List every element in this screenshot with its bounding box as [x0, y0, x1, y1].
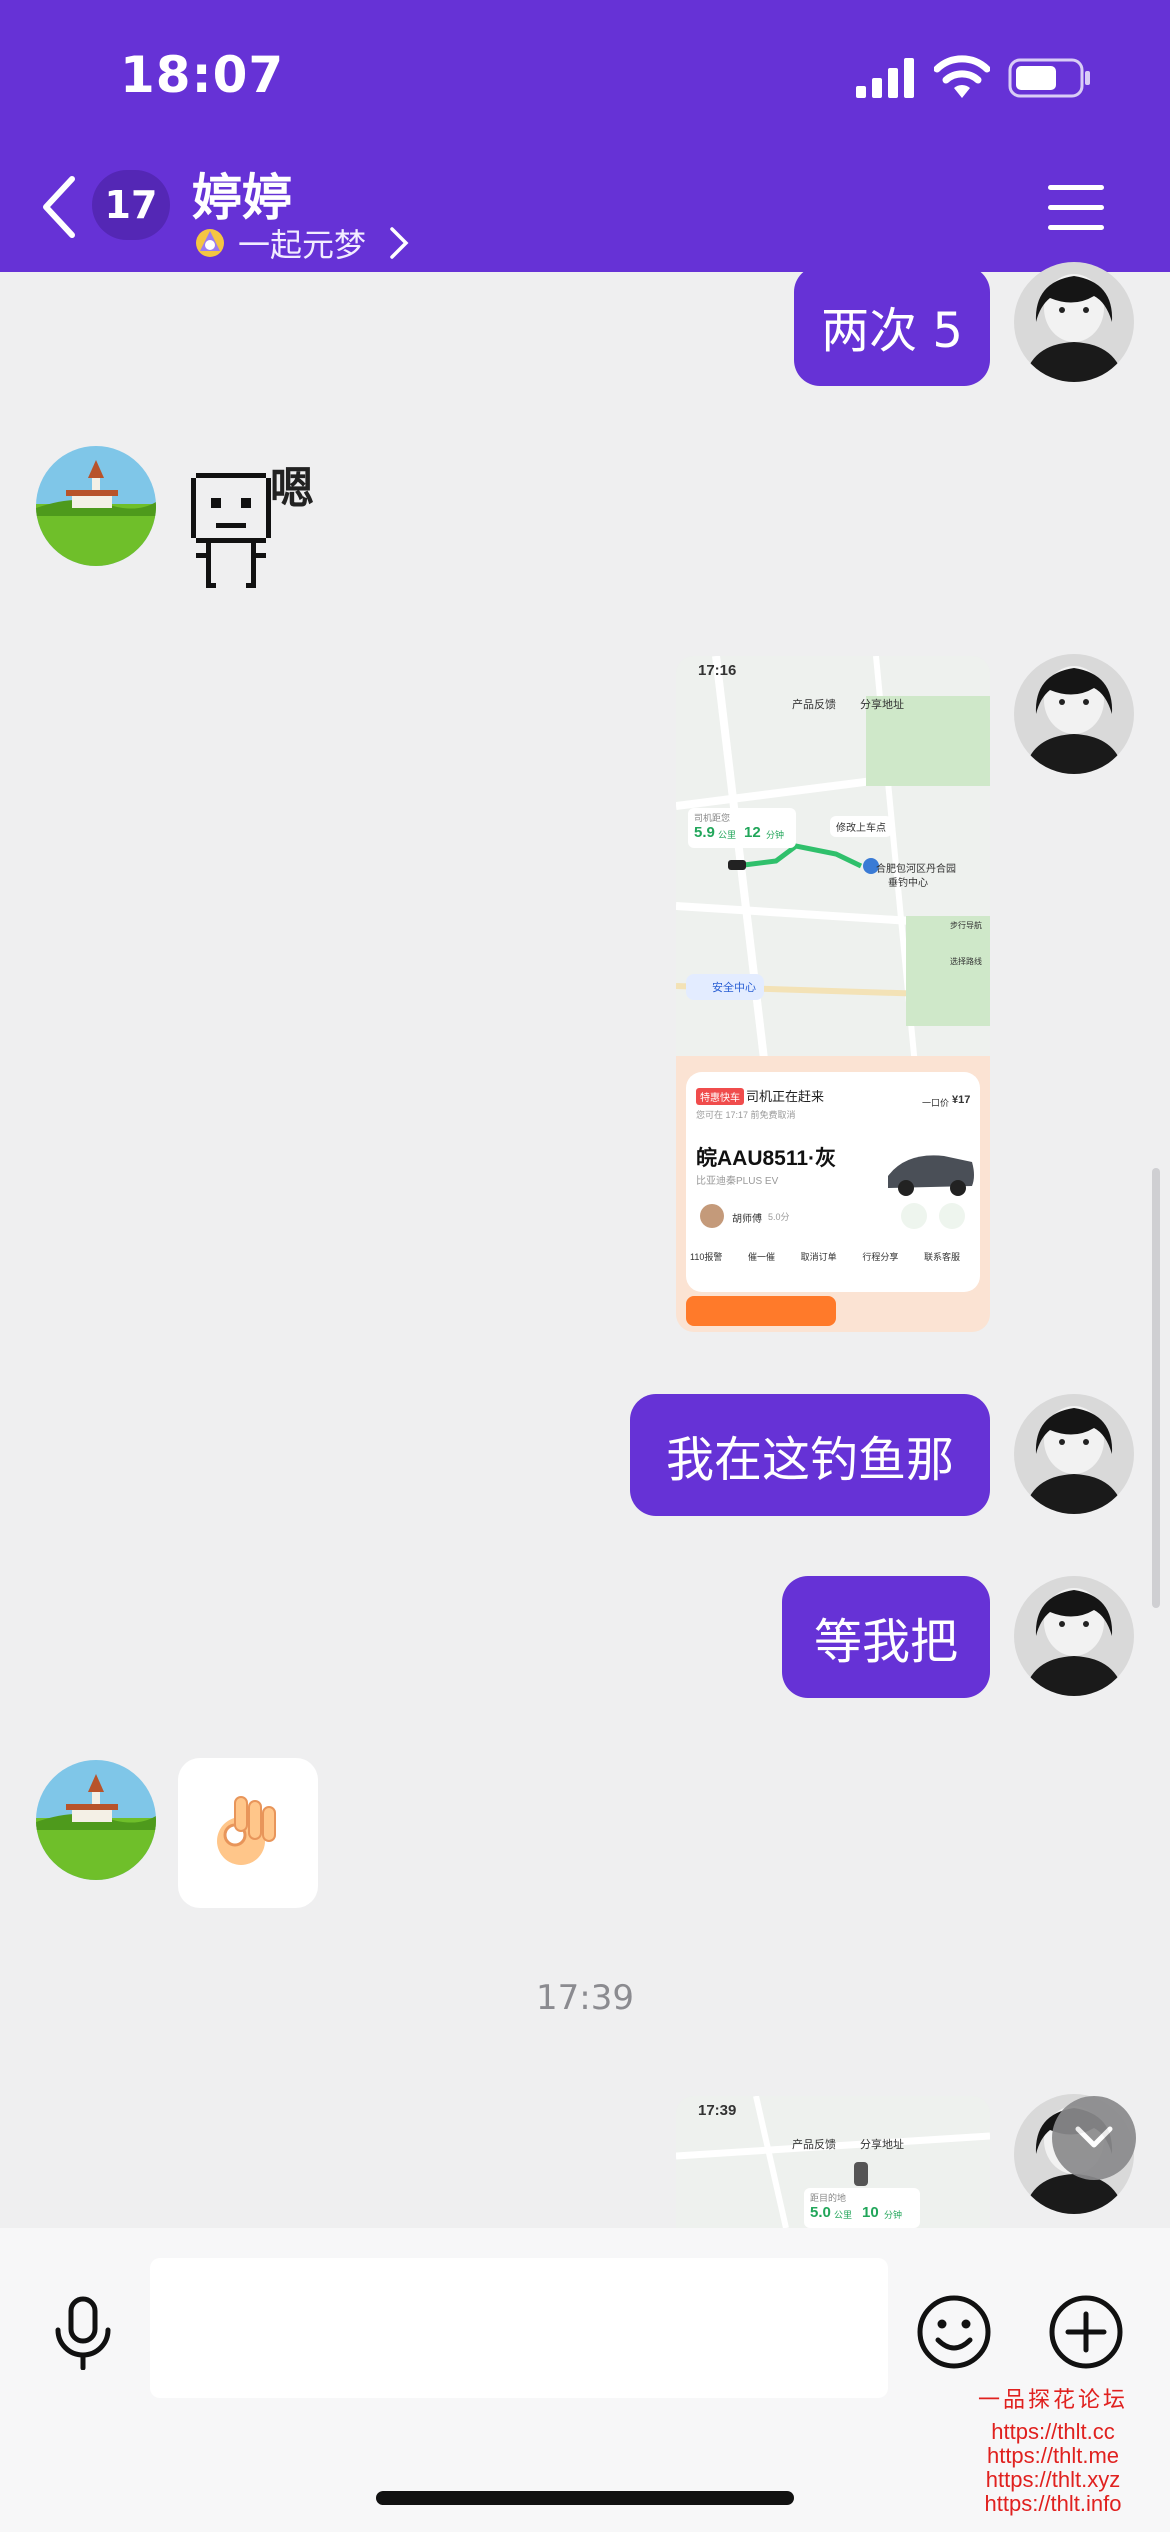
shot-action: 联系客服 — [923, 1252, 960, 1262]
cellular-signal-icon — [856, 58, 914, 98]
add-icon[interactable] — [1048, 2294, 1124, 2370]
chat-header: 18:07 17 婷婷 一起元梦 — [0, 0, 1170, 272]
message-bubble-outgoing[interactable]: 两次 5 — [794, 266, 990, 386]
shot-minutes: 10 — [862, 2204, 879, 2221]
shot-driver-name: 胡师傅 — [732, 1214, 762, 1225]
shot-eta-card: 距目的地 5.0 公里 10 分钟 — [804, 2188, 920, 2228]
my-avatar[interactable] — [1014, 1576, 1134, 1696]
message-input[interactable] — [150, 2258, 888, 2398]
status-label: 一起元梦 — [238, 226, 367, 264]
shot-safety-center: 安全中心 — [686, 974, 764, 1000]
watermark: 一品探花论坛 https://thlt.cc https://thlt.me h… — [948, 2382, 1158, 2516]
shot-change-pickup: 修改上车点 — [830, 816, 892, 837]
chevron-right-icon — [390, 227, 409, 259]
shot-minutes-unit: 分钟 — [884, 2210, 903, 2220]
my-avatar[interactable] — [1014, 262, 1134, 382]
my-avatar[interactable] — [1014, 654, 1134, 774]
shot-fixed-price: ¥17 — [952, 1094, 971, 1106]
contact-avatar[interactable] — [36, 446, 156, 566]
battery-icon — [1008, 58, 1090, 98]
shot-minutes: 12 — [744, 824, 761, 841]
ride-screenshot-image[interactable]: 17:16 产品反馈 分享地址 司机距您 5.9 公里 12 分钟 修改上车点 … — [676, 656, 990, 1332]
microphone-icon[interactable] — [52, 2296, 114, 2370]
message-bubble-incoming[interactable]: 👌 — [178, 1758, 318, 1908]
game-status-icon — [196, 229, 224, 257]
shot-eta-card: 司机距您 5.9 公里 12 分钟 — [688, 808, 796, 848]
my-avatar[interactable] — [1014, 1394, 1134, 1514]
ok-hand-icon — [217, 1796, 276, 1865]
shot-share-location: 分享地址 — [860, 2139, 904, 2151]
shot-wait-note: 您可在 17:17 前免费取消 — [696, 1110, 796, 1120]
shot-action-row: 110报警 催一催 取消订单 行程分享 联系客服 — [690, 1250, 960, 1263]
watermark-url: https://thlt.cc — [991, 2419, 1115, 2444]
status-time: 18:07 — [120, 46, 285, 104]
shot-action: 110报警 — [690, 1252, 723, 1262]
pixel-sticker[interactable]: 嗯 — [176, 452, 326, 602]
shot-share-location: 分享地址 — [860, 699, 904, 711]
contact-avatar[interactable] — [36, 1760, 156, 1880]
home-indicator[interactable] — [376, 2491, 794, 2505]
menu-icon[interactable] — [1048, 182, 1104, 232]
chevron-down-icon — [1075, 2126, 1113, 2148]
shot-fixed-price-label: 一口价 — [922, 1098, 950, 1108]
watermark-title: 一品探花论坛 — [977, 2388, 1128, 2413]
shot-driver-rating: 5.0分 — [768, 1212, 790, 1222]
status-row[interactable]: 一起元梦 — [192, 218, 410, 268]
shot-action: 取消订单 — [800, 1252, 837, 1262]
shot-driver-status: 司机正在赶来 — [746, 1089, 825, 1104]
message-bubble-outgoing[interactable]: 等我把 — [782, 1576, 990, 1698]
shot-walk-nav: 步行导航 — [950, 921, 982, 930]
shot-action: 行程分享 — [862, 1252, 899, 1262]
scroll-to-bottom-button[interactable] — [1052, 2096, 1136, 2180]
sticker-caption: 嗯 — [270, 463, 314, 514]
watermark-url: https://thlt.xyz — [985, 2467, 1121, 2492]
shot-plate: 皖AAU8511·灰 — [696, 1147, 837, 1170]
message-text: 我在这钓鱼那 — [665, 1432, 954, 1488]
watermark-url: https://thlt.me — [986, 2443, 1120, 2468]
emoji-icon[interactable] — [916, 2294, 992, 2370]
shot-feedback: 产品反馈 — [792, 699, 836, 711]
shot-feedback: 产品反馈 — [792, 2139, 836, 2151]
back-chevron-icon[interactable] — [40, 175, 80, 239]
shot-pickup-sub: 垂钓中心 — [888, 878, 928, 889]
message-bubble-outgoing[interactable]: 我在这钓鱼那 — [630, 1394, 990, 1516]
shot-minutes-unit: 分钟 — [766, 830, 785, 840]
shot-status-time: 17:39 — [698, 2102, 737, 2119]
shot-status-time: 17:16 — [698, 662, 737, 679]
shot-distance: 5.0 — [810, 2204, 831, 2221]
shot-distance-unit: 公里 — [718, 830, 737, 840]
shot-distance-label: 距目的地 — [810, 2193, 847, 2203]
scrollbar[interactable] — [1152, 1168, 1160, 1608]
time-divider: 17:39 — [536, 1978, 634, 2018]
message-text: 等我把 — [813, 1614, 958, 1670]
message-text: 两次 5 — [821, 303, 963, 359]
ride-screenshot-image[interactable]: 17:39 产品反馈 分享地址 距目的地 5.0 公里 10 分钟 — [676, 2096, 990, 2228]
shot-distance-unit: 公里 — [834, 2210, 853, 2220]
shot-pickup-name: 合肥包河区丹合园 — [876, 864, 956, 875]
shot-distance: 5.9 — [694, 824, 715, 841]
unread-count-badge[interactable]: 17 — [92, 170, 170, 240]
shot-car-type-badge: 特惠快车 — [696, 1088, 744, 1105]
shot-distance-label: 司机距您 — [694, 813, 731, 823]
watermark-url: https://thlt.info — [984, 2491, 1122, 2516]
shot-car-model: 比亚迪秦PLUS EV — [696, 1176, 779, 1187]
shot-route: 选择路线 — [950, 957, 982, 966]
wifi-icon — [934, 55, 990, 98]
shot-action: 催一催 — [748, 1252, 776, 1262]
